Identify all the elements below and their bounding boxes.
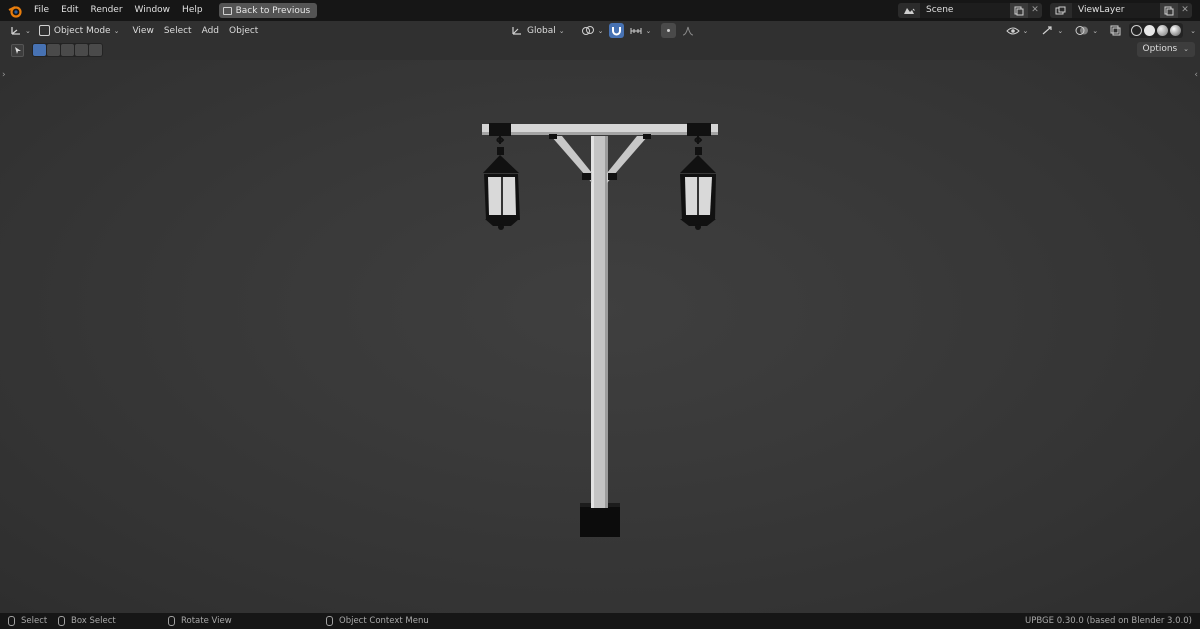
shading-mode-group xyxy=(1129,23,1184,38)
menu-view[interactable]: View xyxy=(127,26,158,36)
snap-toggle[interactable] xyxy=(609,23,625,38)
snap-increment-icon xyxy=(630,27,642,34)
status-rotate-view-hint: Rotate View xyxy=(168,616,232,626)
shading-options-chevron-icon[interactable]: ⌄ xyxy=(1190,27,1196,35)
cursor-arrow-icon xyxy=(14,46,21,54)
wireframe-shading-icon[interactable] xyxy=(1131,25,1143,36)
options-dropdown[interactable]: Options ⌄ xyxy=(1136,42,1195,57)
orientation-icon xyxy=(512,27,521,35)
magnet-icon xyxy=(612,27,622,36)
falloff-curve-icon xyxy=(683,26,694,35)
proportional-editing-toggle[interactable] xyxy=(661,23,677,38)
menu-select[interactable]: Select xyxy=(159,26,197,36)
menu-render[interactable]: Render xyxy=(85,0,129,21)
menu-add[interactable]: Add xyxy=(197,26,224,36)
select-new-icon[interactable] xyxy=(33,44,46,56)
view-layer-field[interactable]: ViewLayer xyxy=(1072,3,1160,18)
transform-orientation-selector[interactable]: Global ⌄ xyxy=(507,23,569,38)
middle-mouse-icon xyxy=(168,616,175,626)
snap-target-selector[interactable]: ⌄ xyxy=(626,23,655,38)
select-subtract-icon[interactable] xyxy=(61,44,74,56)
proportional-falloff-selector[interactable] xyxy=(678,23,698,38)
active-tool-button[interactable] xyxy=(11,43,24,57)
screen-icon xyxy=(222,6,232,15)
eye-icon xyxy=(1005,27,1020,34)
mode-label: Object Mode xyxy=(53,25,111,36)
axis-gizmo-icon xyxy=(11,27,20,35)
right-mouse-icon xyxy=(326,616,333,626)
select-intersect-icon[interactable] xyxy=(89,44,102,56)
pivot-icon xyxy=(581,26,594,35)
chevron-down-icon: ⌄ xyxy=(113,26,120,35)
top-menu-bar: File Edit Render Window Help Back to Pre… xyxy=(0,0,1200,21)
left-mouse-icon xyxy=(8,616,15,626)
pivot-point-selector[interactable]: ⌄ xyxy=(577,23,608,38)
menu-edit[interactable]: Edit xyxy=(55,0,84,21)
drag-mouse-icon xyxy=(58,616,65,626)
chevron-down-icon: ⌄ xyxy=(1183,45,1189,53)
street-lamp-model[interactable] xyxy=(482,123,718,537)
gizmo-toggle[interactable]: ⌄ xyxy=(1036,23,1067,38)
chevron-down-icon: ⌄ xyxy=(1057,26,1064,35)
xray-toggle[interactable] xyxy=(1106,23,1125,38)
back-to-previous-button[interactable]: Back to Previous xyxy=(218,3,318,18)
delete-view-layer-icon[interactable]: ✕ xyxy=(1178,3,1192,18)
view-layer-icon[interactable] xyxy=(1050,3,1072,18)
3d-viewport[interactable]: › ‹ xyxy=(0,60,1200,613)
new-view-layer-icon[interactable] xyxy=(1160,3,1178,18)
scene-selector[interactable]: Scene ✕ xyxy=(898,3,1042,18)
material-preview-icon[interactable] xyxy=(1157,25,1169,36)
orientation-label: Global xyxy=(527,25,556,36)
status-bar: Select Box Select Rotate View Object Con… xyxy=(0,613,1200,629)
chevron-down-icon: ⌄ xyxy=(558,26,565,35)
chevron-down-icon: ⌄ xyxy=(645,26,652,35)
overlays-toggle[interactable]: ⌄ xyxy=(1071,23,1102,38)
status-box-select-hint: Box Select xyxy=(58,616,116,626)
select-extend-icon[interactable] xyxy=(47,44,60,56)
lamp-base xyxy=(580,503,620,537)
scene-name-field[interactable]: Scene xyxy=(920,3,1010,18)
scene-icon[interactable] xyxy=(898,3,920,18)
selection-mode-group xyxy=(32,43,103,57)
blender-logo-icon[interactable] xyxy=(8,4,22,18)
mode-selector[interactable]: Object Mode ⌄ xyxy=(35,23,124,38)
rendered-shading-icon[interactable] xyxy=(1170,25,1182,36)
menu-window[interactable]: Window xyxy=(129,0,177,21)
left-lantern xyxy=(483,136,520,230)
chevron-down-icon: ⌄ xyxy=(25,26,31,35)
proportional-dot-icon xyxy=(667,29,671,32)
gizmo-arrows-icon xyxy=(1042,26,1052,35)
xray-icon xyxy=(1110,25,1121,36)
tool-header: Options ⌄ xyxy=(0,40,1200,60)
chevron-down-icon: ⌄ xyxy=(1022,26,1029,35)
visibility-selector[interactable]: ⌄ xyxy=(1002,23,1033,38)
delete-scene-icon[interactable]: ✕ xyxy=(1028,3,1042,18)
object-mode-icon xyxy=(38,25,50,36)
editor-type-selector[interactable]: ⌄ xyxy=(6,23,35,38)
chevron-down-icon: ⌄ xyxy=(1092,26,1099,35)
options-label: Options xyxy=(1142,44,1178,54)
chevron-down-icon: ⌄ xyxy=(597,26,604,35)
solid-shading-icon[interactable] xyxy=(1144,25,1156,36)
scene-render xyxy=(482,123,718,537)
menu-help[interactable]: Help xyxy=(176,0,209,21)
viewport-header: ⌄ Object Mode ⌄ View Select Add Object G… xyxy=(0,21,1200,40)
status-context-menu-hint: Object Context Menu xyxy=(326,616,429,626)
menu-object[interactable]: Object xyxy=(224,26,263,36)
new-scene-icon[interactable] xyxy=(1010,3,1028,18)
menu-file[interactable]: File xyxy=(28,0,55,21)
status-select-hint: Select xyxy=(8,616,47,626)
version-label: UPBGE 0.30.0 (based on Blender 3.0.0) xyxy=(1025,616,1192,626)
back-to-previous-label: Back to Previous xyxy=(235,5,311,16)
view-layer-selector[interactable]: ViewLayer ✕ xyxy=(1050,3,1192,18)
right-lantern xyxy=(680,136,716,230)
select-invert-icon[interactable] xyxy=(75,44,88,56)
overlays-icon xyxy=(1075,26,1089,35)
